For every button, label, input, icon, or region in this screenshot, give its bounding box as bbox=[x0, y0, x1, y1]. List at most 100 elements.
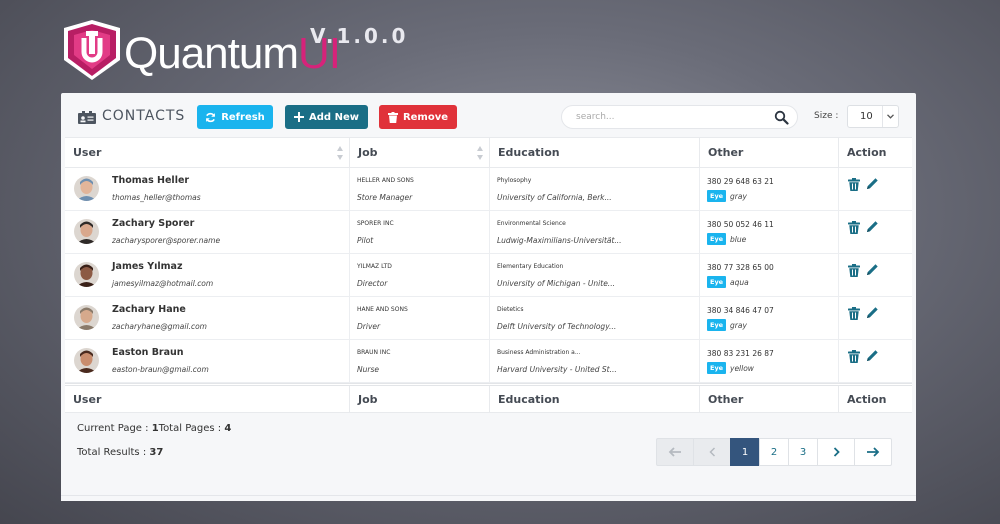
education-cell: Environmental Science Ludwig-Maximilians… bbox=[490, 211, 700, 253]
first-page-button[interactable] bbox=[656, 438, 694, 466]
column-header-job[interactable]: Job bbox=[350, 138, 490, 168]
column-header-label: Education bbox=[498, 393, 560, 406]
edit-pencil-icon[interactable] bbox=[866, 306, 879, 319]
edit-pencil-icon[interactable] bbox=[866, 220, 879, 233]
page-info: Current Page : 1Total Pages : 4 bbox=[77, 423, 231, 434]
contacts-card-icon bbox=[78, 111, 96, 124]
phone-number: 380 83 231 26 87 bbox=[707, 349, 774, 358]
last-page-button[interactable] bbox=[854, 438, 892, 466]
table-row[interactable]: James Yılmaz jamesyilmaz@hotmail.com YIL… bbox=[65, 254, 912, 297]
action-cell bbox=[839, 340, 912, 382]
app-name: QuantumUI bbox=[124, 29, 341, 78]
user-avatar-icon bbox=[74, 348, 99, 373]
delete-icon[interactable] bbox=[848, 221, 860, 234]
other-cell: 380 29 648 63 21 Eye gray bbox=[700, 168, 839, 210]
edit-pencil-icon[interactable] bbox=[866, 177, 879, 190]
column-header-label: Other bbox=[708, 393, 744, 406]
column-header-label: Other bbox=[708, 146, 744, 159]
contacts-panel: CONTACTS Refresh Add New Remove search..… bbox=[61, 93, 916, 501]
user-name[interactable]: Zachary Hane bbox=[112, 304, 186, 315]
column-header-other[interactable]: Other bbox=[700, 138, 839, 168]
edit-pencil-icon[interactable] bbox=[866, 263, 879, 276]
education-school: Ludwig-Maximilians-Universität... bbox=[497, 236, 622, 245]
user-cell: Thomas Heller thomas_heller@thomas bbox=[65, 168, 350, 210]
job-cell: BRAUN INC Nurse bbox=[350, 340, 490, 382]
chevron-right-icon bbox=[833, 447, 840, 457]
user-cell: Easton Braun easton-braun@gmail.com bbox=[65, 340, 350, 382]
page-title: CONTACTS bbox=[102, 108, 186, 124]
avatar bbox=[74, 305, 99, 330]
eye-badge: Eye bbox=[707, 233, 727, 245]
education-cell: Dietetics Delft University of Technology… bbox=[490, 297, 700, 339]
user-avatar-icon bbox=[74, 176, 99, 201]
phone-number: 380 34 846 47 07 bbox=[707, 306, 774, 315]
page-size-select[interactable]: 10 bbox=[847, 105, 899, 128]
footer-header-user: User bbox=[65, 386, 350, 413]
table-footer: User Job Education Other Action bbox=[65, 383, 912, 413]
page-button[interactable]: 3 bbox=[788, 438, 818, 466]
eye-color: aqua bbox=[730, 278, 749, 287]
user-name[interactable]: Easton Braun bbox=[112, 347, 184, 358]
user-name[interactable]: Thomas Heller bbox=[112, 175, 189, 186]
delete-icon[interactable] bbox=[848, 264, 860, 277]
job-title: Driver bbox=[357, 322, 381, 331]
table-row[interactable]: Thomas Heller thomas_heller@thomas HELLE… bbox=[65, 168, 912, 211]
page-button[interactable]: 1 bbox=[730, 438, 760, 466]
column-header-education[interactable]: Education bbox=[490, 138, 700, 168]
table-body: Thomas Heller thomas_heller@thomas HELLE… bbox=[65, 168, 912, 383]
avatar bbox=[74, 262, 99, 287]
app-logo: QuantumUI V.1.0.0 bbox=[60, 20, 405, 82]
user-cell: James Yılmaz jamesyilmaz@hotmail.com bbox=[65, 254, 350, 296]
user-email: easton-braun@gmail.com bbox=[112, 365, 209, 374]
education-school: University of California, Berk... bbox=[497, 193, 612, 202]
remove-button[interactable]: Remove bbox=[379, 105, 457, 129]
delete-icon[interactable] bbox=[848, 307, 860, 320]
search-input[interactable] bbox=[576, 110, 766, 124]
eye-color: gray bbox=[730, 321, 747, 330]
next-page-button[interactable] bbox=[817, 438, 855, 466]
delete-icon[interactable] bbox=[848, 178, 860, 191]
chevron-down-icon bbox=[882, 106, 898, 127]
footer-header-job: Job bbox=[350, 386, 490, 413]
table-row[interactable]: Zachary Sporer zacharysporer@sporer.name… bbox=[65, 211, 912, 254]
avatar bbox=[74, 348, 99, 373]
page-button[interactable]: 2 bbox=[759, 438, 789, 466]
column-header-label: Job bbox=[358, 393, 378, 406]
user-name[interactable]: Zachary Sporer bbox=[112, 218, 194, 229]
sort-icon[interactable] bbox=[477, 145, 483, 161]
user-email: jamesyilmaz@hotmail.com bbox=[112, 279, 214, 288]
company-name: SPORER INC bbox=[357, 220, 394, 227]
add-new-button[interactable]: Add New bbox=[285, 105, 368, 129]
edit-pencil-icon[interactable] bbox=[866, 349, 879, 362]
phone-number: 380 50 052 46 11 bbox=[707, 220, 774, 229]
arrow-left-icon bbox=[668, 447, 681, 457]
trash-icon bbox=[387, 111, 398, 123]
search-icon[interactable] bbox=[774, 110, 789, 125]
refresh-button[interactable]: Refresh bbox=[197, 105, 273, 129]
page-size-value: 10 bbox=[860, 111, 873, 122]
eye-badge: Eye bbox=[707, 276, 727, 288]
table-row[interactable]: Easton Braun easton-braun@gmail.com BRAU… bbox=[65, 340, 912, 383]
user-email: thomas_heller@thomas bbox=[112, 193, 201, 202]
avatar bbox=[74, 219, 99, 244]
user-name[interactable]: James Yılmaz bbox=[112, 261, 182, 272]
column-header-user[interactable]: User bbox=[65, 138, 350, 168]
user-cell: Zachary Hane zacharyhane@gmail.com bbox=[65, 297, 350, 339]
footer-header-education: Education bbox=[490, 386, 700, 413]
prev-page-button[interactable] bbox=[693, 438, 731, 466]
sort-icon[interactable] bbox=[337, 145, 343, 161]
delete-icon[interactable] bbox=[848, 350, 860, 363]
column-header-label: Action bbox=[847, 146, 887, 159]
job-cell: HANE AND SONS Driver bbox=[350, 297, 490, 339]
action-cell bbox=[839, 168, 912, 210]
footer-header-action: Action bbox=[839, 386, 912, 413]
column-header-label: Job bbox=[358, 146, 378, 159]
table-row[interactable]: Zachary Hane zacharyhane@gmail.com HANE … bbox=[65, 297, 912, 340]
total-results-value: 37 bbox=[149, 447, 164, 458]
eye-badge: Eye bbox=[707, 190, 727, 202]
education-field: Business Administration a... bbox=[497, 349, 581, 356]
education-school: Harvard University - United St... bbox=[497, 365, 617, 374]
user-email: zacharyhane@gmail.com bbox=[112, 322, 207, 331]
total-pages-value: 4 bbox=[224, 423, 232, 434]
other-cell: 380 50 052 46 11 Eye blue bbox=[700, 211, 839, 253]
